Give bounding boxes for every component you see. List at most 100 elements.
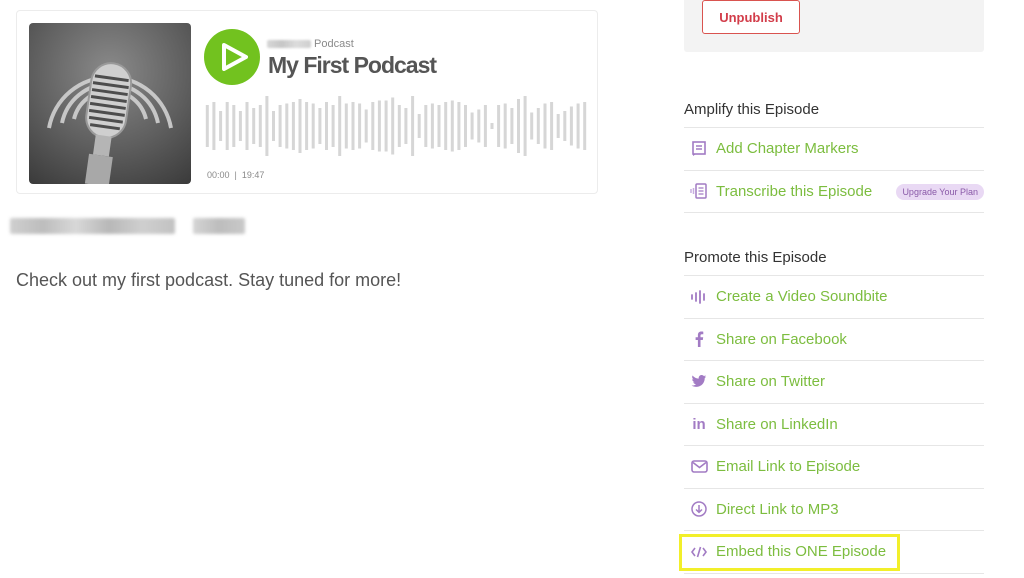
waveform-bar xyxy=(225,102,229,150)
waveform-bar xyxy=(338,96,342,156)
waveform-bar xyxy=(252,108,256,144)
transcribe-episode-label: Transcribe this Episode xyxy=(716,182,873,200)
waveform-bar xyxy=(517,99,520,153)
add-chapter-markers-link[interactable]: Add Chapter Markers xyxy=(684,128,984,171)
waveform-bar xyxy=(417,114,421,138)
waveform-bar xyxy=(377,100,381,152)
waveform-bar xyxy=(285,103,289,149)
waveform-bar xyxy=(212,102,216,150)
waveform-bar xyxy=(205,105,209,147)
waveform-bar xyxy=(364,109,368,143)
waveform-bar xyxy=(550,102,554,150)
email-icon xyxy=(688,460,710,474)
create-video-soundbite-link[interactable]: Create a Video Soundbite xyxy=(684,276,984,319)
waveform-bar xyxy=(497,105,501,147)
episode-description: Check out my first podcast. Stay tuned f… xyxy=(16,270,402,290)
download-icon xyxy=(688,501,710,517)
waveform-bar xyxy=(490,123,494,129)
share-facebook-label: Share on Facebook xyxy=(716,330,847,348)
waveform-bar xyxy=(457,102,461,150)
waveform-bar xyxy=(397,105,401,147)
waveform-bar xyxy=(503,103,507,149)
waveform-bar xyxy=(371,102,375,150)
waveform-bar xyxy=(569,106,573,146)
waveform-bar xyxy=(238,111,242,141)
waveform-bar xyxy=(556,114,560,138)
promote-section-title: Promote this Episode xyxy=(684,239,984,276)
episode-title: My First Podcast xyxy=(268,52,437,78)
share-linkedin-label: Share on LinkedIn xyxy=(716,415,838,433)
waveform-bar xyxy=(483,105,487,147)
waveform-bar xyxy=(444,102,448,150)
share-linkedin-link[interactable]: in Share on LinkedIn xyxy=(684,404,984,446)
waveform-bar xyxy=(411,96,415,156)
waveform-bar xyxy=(318,108,322,144)
waveform-bar xyxy=(543,103,547,149)
waveform-bar xyxy=(305,102,309,150)
waveform-bar xyxy=(470,112,474,140)
play-button[interactable] xyxy=(204,29,260,85)
waveform-bar xyxy=(245,102,249,150)
unpublish-button[interactable]: Unpublish xyxy=(702,0,800,34)
waveform-bar xyxy=(477,109,481,143)
waveform-bar xyxy=(258,105,262,147)
facebook-icon xyxy=(688,331,710,348)
share-twitter-link[interactable]: Share on Twitter xyxy=(684,361,984,404)
create-video-soundbite-label: Create a Video Soundbite xyxy=(716,288,888,306)
play-icon xyxy=(221,43,248,71)
waveform-bar xyxy=(265,96,269,156)
waveform-bar xyxy=(464,105,467,147)
publish-panel: Unpublish xyxy=(684,0,984,52)
waveform-bar xyxy=(331,105,335,147)
redacted-publish-date xyxy=(10,218,175,234)
chapter-markers-icon xyxy=(688,140,710,157)
podcast-player-card: Podcast My First Podcast 00:00 | 19:47 xyxy=(16,10,598,194)
direct-link-mp3-label: Direct Link to MP3 xyxy=(716,500,839,518)
waveform-bar xyxy=(536,108,540,144)
add-chapter-markers-label: Add Chapter Markers xyxy=(716,140,859,158)
embed-code-icon xyxy=(688,546,710,558)
upgrade-plan-badge[interactable]: Upgrade Your Plan xyxy=(896,183,984,200)
transcribe-episode-link[interactable]: Transcribe this Episode Upgrade Your Pla… xyxy=(684,171,984,213)
transcribe-icon xyxy=(688,183,710,199)
waveform-bar xyxy=(391,97,395,155)
waveform-bar xyxy=(325,102,328,150)
email-link-episode-label: Email Link to Episode xyxy=(716,458,861,476)
waveform-bar xyxy=(384,100,388,152)
waveform-bar xyxy=(563,111,567,141)
waveform-bar xyxy=(437,105,441,147)
promote-section: Promote this Episode Create a Video Soun… xyxy=(679,239,984,574)
soundbite-icon xyxy=(688,289,710,304)
time-separator: | xyxy=(234,170,237,180)
redacted-episode-info xyxy=(193,218,245,234)
waveform-bar xyxy=(278,105,282,147)
direct-link-mp3-link[interactable]: Direct Link to MP3 xyxy=(684,489,984,531)
time-display: 00:00 | 19:47 xyxy=(207,170,264,180)
waveform-bar xyxy=(424,105,428,147)
share-twitter-label: Share on Twitter xyxy=(716,373,825,391)
embed-episode-link[interactable]: Embed this ONE Episode xyxy=(679,531,984,574)
podcast-cover-art xyxy=(29,23,191,184)
waveform-bar xyxy=(576,103,580,149)
waveform-bar xyxy=(272,111,275,141)
waveform-bar xyxy=(523,96,527,156)
email-link-episode-link[interactable]: Email Link to Episode xyxy=(684,446,984,489)
share-facebook-link[interactable]: Share on Facebook xyxy=(684,319,984,361)
waveform-bar xyxy=(430,103,434,149)
episode-meta xyxy=(10,218,245,234)
waveform-bar xyxy=(291,102,295,150)
twitter-icon xyxy=(688,375,710,388)
waveform-bar xyxy=(583,102,587,150)
show-label: Podcast xyxy=(314,38,354,50)
duration: 19:47 xyxy=(241,170,265,180)
waveform-scrubber[interactable] xyxy=(204,95,588,157)
amplify-section: Amplify this Episode Add Chapter Markers… xyxy=(684,91,984,213)
embed-episode-label: Embed this ONE Episode xyxy=(716,543,887,561)
waveform-bar xyxy=(510,108,514,144)
waveform-bar xyxy=(298,99,302,153)
microphone-artwork-icon xyxy=(47,62,173,184)
waveform-bar xyxy=(311,103,315,149)
waveform-bar xyxy=(232,105,236,147)
waveform-bar xyxy=(351,102,355,150)
waveform-bar xyxy=(450,100,454,152)
